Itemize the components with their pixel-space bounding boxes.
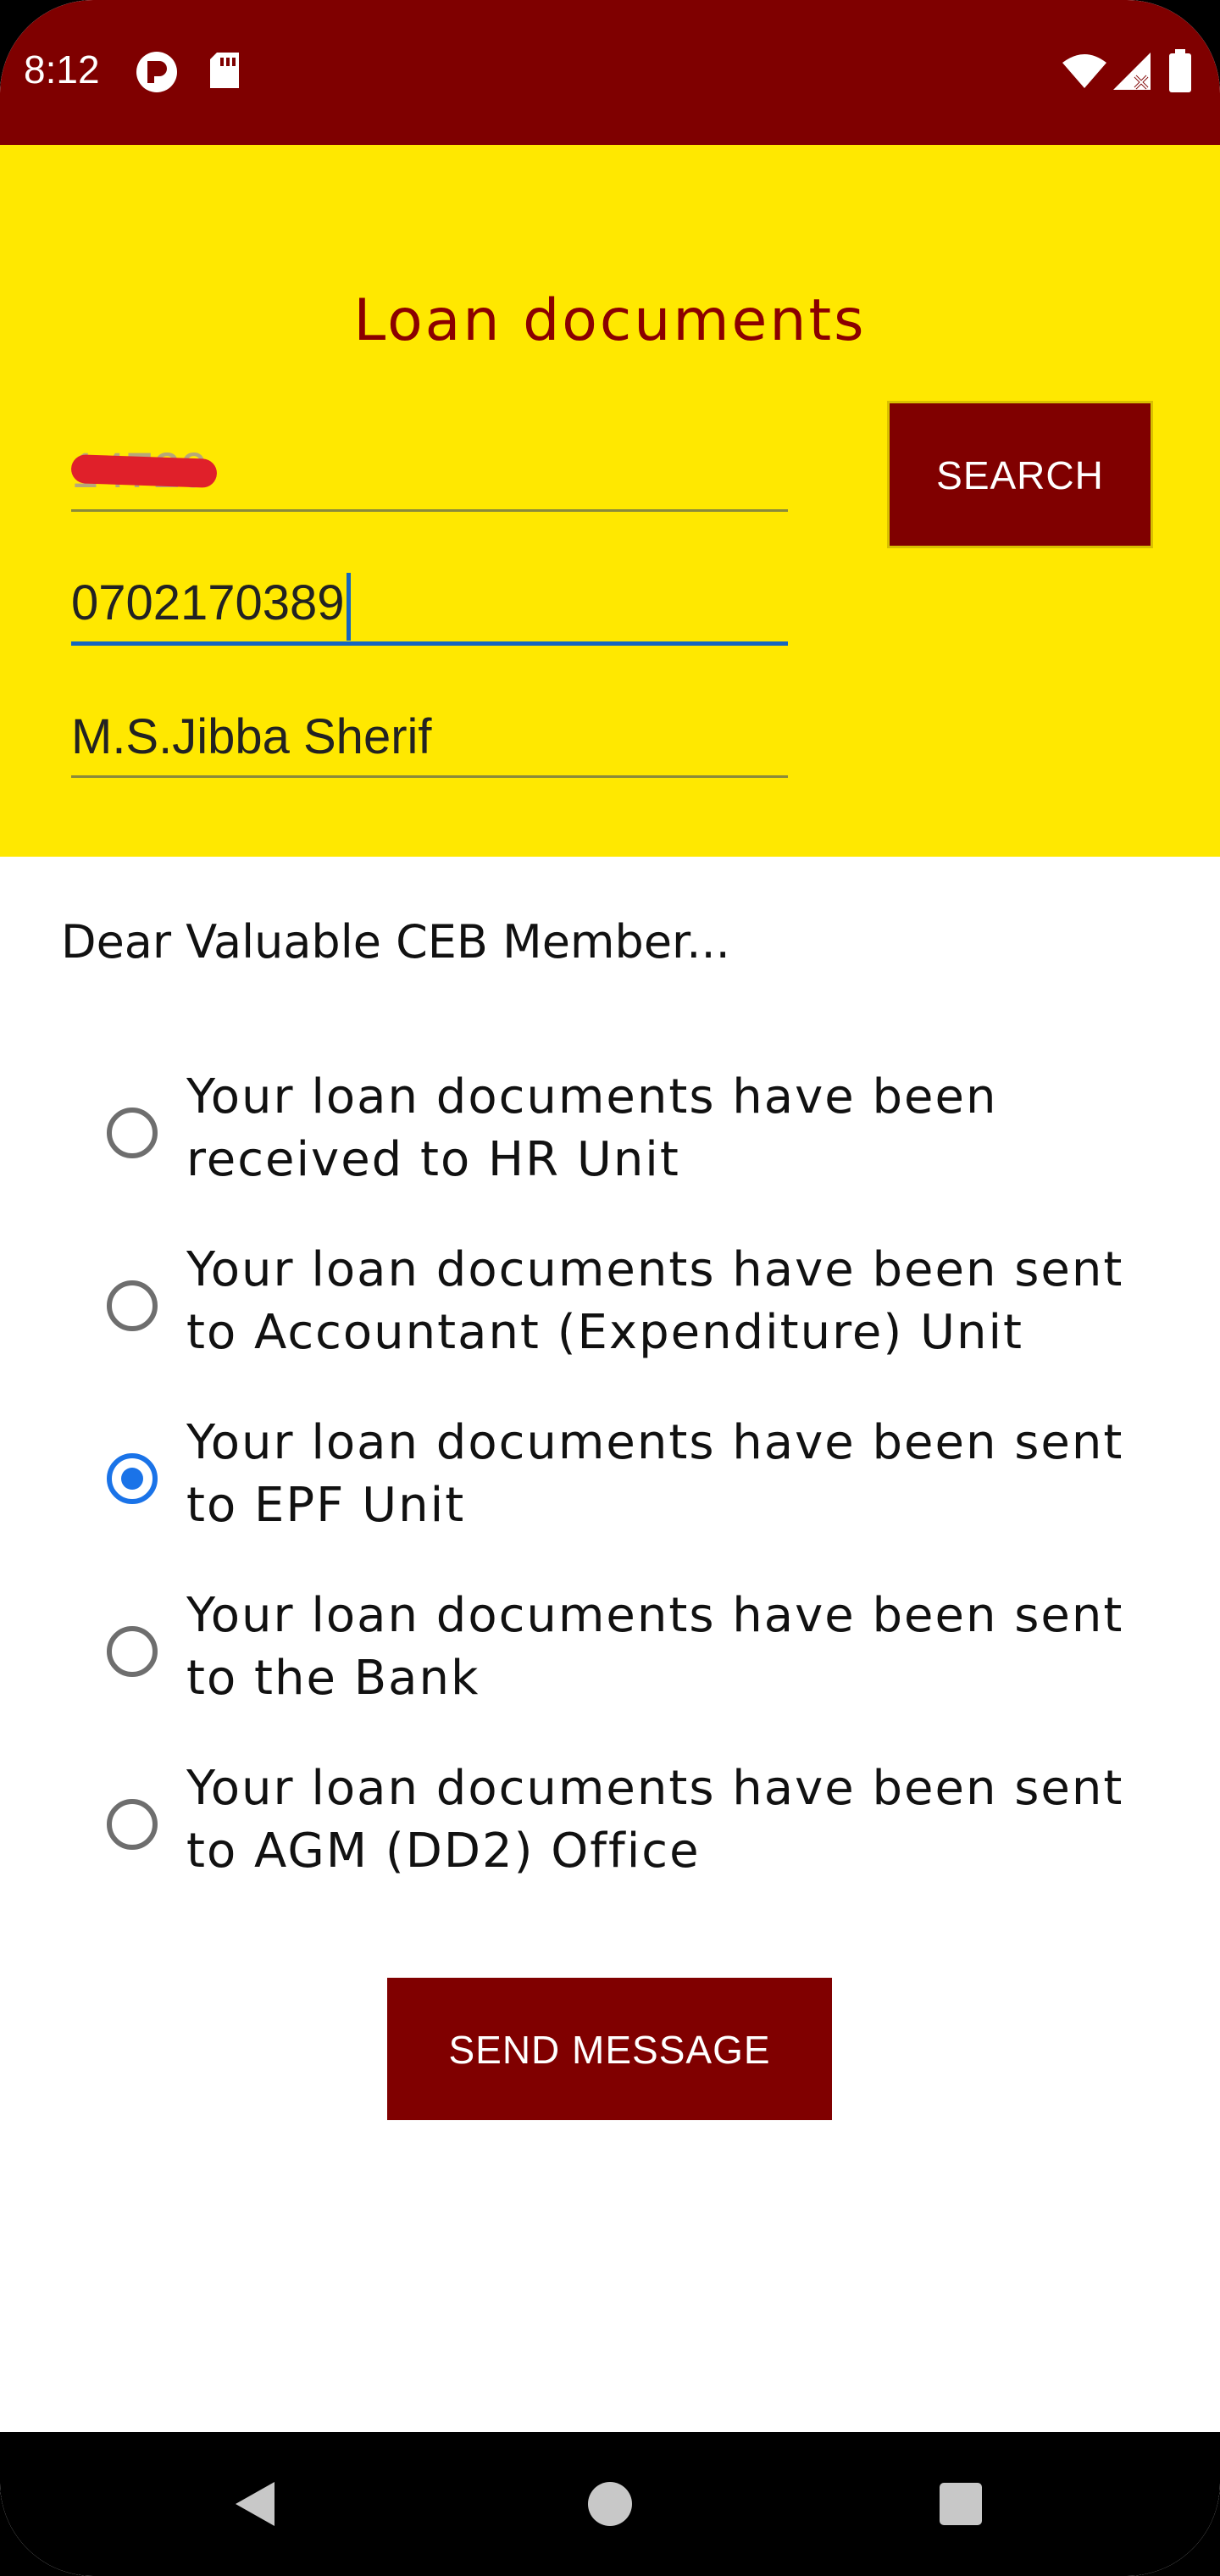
radio-button-unchecked-icon[interactable] (107, 1280, 158, 1331)
radio-option-accountant[interactable]: Your loan documents have been sent to Ac… (102, 1239, 1169, 1383)
sd-card-icon (208, 51, 242, 94)
search-button[interactable]: SEARCH (890, 403, 1151, 546)
phone-value: 0702170389 (71, 575, 345, 630)
status-bar: 8:12 (0, 0, 1220, 145)
wifi-icon (1061, 53, 1108, 94)
name-field[interactable]: M.S.Jibba Sherif (71, 699, 788, 778)
radio-button-unchecked-icon[interactable] (107, 1108, 158, 1158)
radio-option-label: Your loan documents have been received t… (186, 1069, 998, 1187)
radio-option-bank[interactable]: Your loan documents have been sent to th… (102, 1585, 1169, 1729)
app-notification-icon (136, 51, 178, 97)
radio-option-agm[interactable]: Your loan documents have been sent to AG… (102, 1757, 1169, 1901)
status-time: 8:12 (24, 47, 100, 92)
radio-option-label: Your loan documents have been sent to Ac… (186, 1242, 1124, 1360)
page-title: Loan documents (353, 287, 867, 354)
radio-option-label: Your loan documents have been sent to EP… (186, 1415, 1124, 1533)
radio-button-unchecked-icon[interactable] (107, 1626, 158, 1677)
redaction-mark (70, 454, 218, 488)
signal-icon (1112, 51, 1152, 96)
phone-field[interactable]: 0702170389 (71, 565, 788, 646)
name-value: M.S.Jibba Sherif (71, 709, 432, 764)
home-icon[interactable] (586, 2479, 634, 2534)
header-panel: Loan documents 14729 0702170389 M.S.Jibb… (0, 145, 1220, 857)
recents-icon[interactable] (937, 2479, 984, 2534)
radio-option-epf[interactable]: Your loan documents have been sent to EP… (102, 1412, 1169, 1556)
greeting-text: Dear Valuable CEB Member... (61, 915, 730, 969)
radio-button-unchecked-icon[interactable] (107, 1799, 158, 1850)
navigation-bar (0, 2432, 1220, 2576)
radio-option-hr[interactable]: Your loan documents have been received t… (102, 1066, 1169, 1210)
battery-icon (1167, 49, 1193, 97)
radio-dot (121, 1468, 143, 1490)
radio-option-label: Your loan documents have been sent to th… (186, 1588, 1124, 1706)
text-cursor (346, 572, 351, 641)
radio-button-checked-icon[interactable] (107, 1453, 158, 1504)
app-screen: 8:12 Loan documents 0702170389 M.S.Jibba… (0, 0, 1220, 2576)
send-message-button[interactable]: SEND MESSAGE (387, 1978, 832, 2120)
radio-option-label: Your loan documents have been sent to AG… (186, 1761, 1124, 1879)
back-icon[interactable] (230, 2479, 278, 2534)
member-id-field[interactable]: 14729 (70, 433, 788, 512)
